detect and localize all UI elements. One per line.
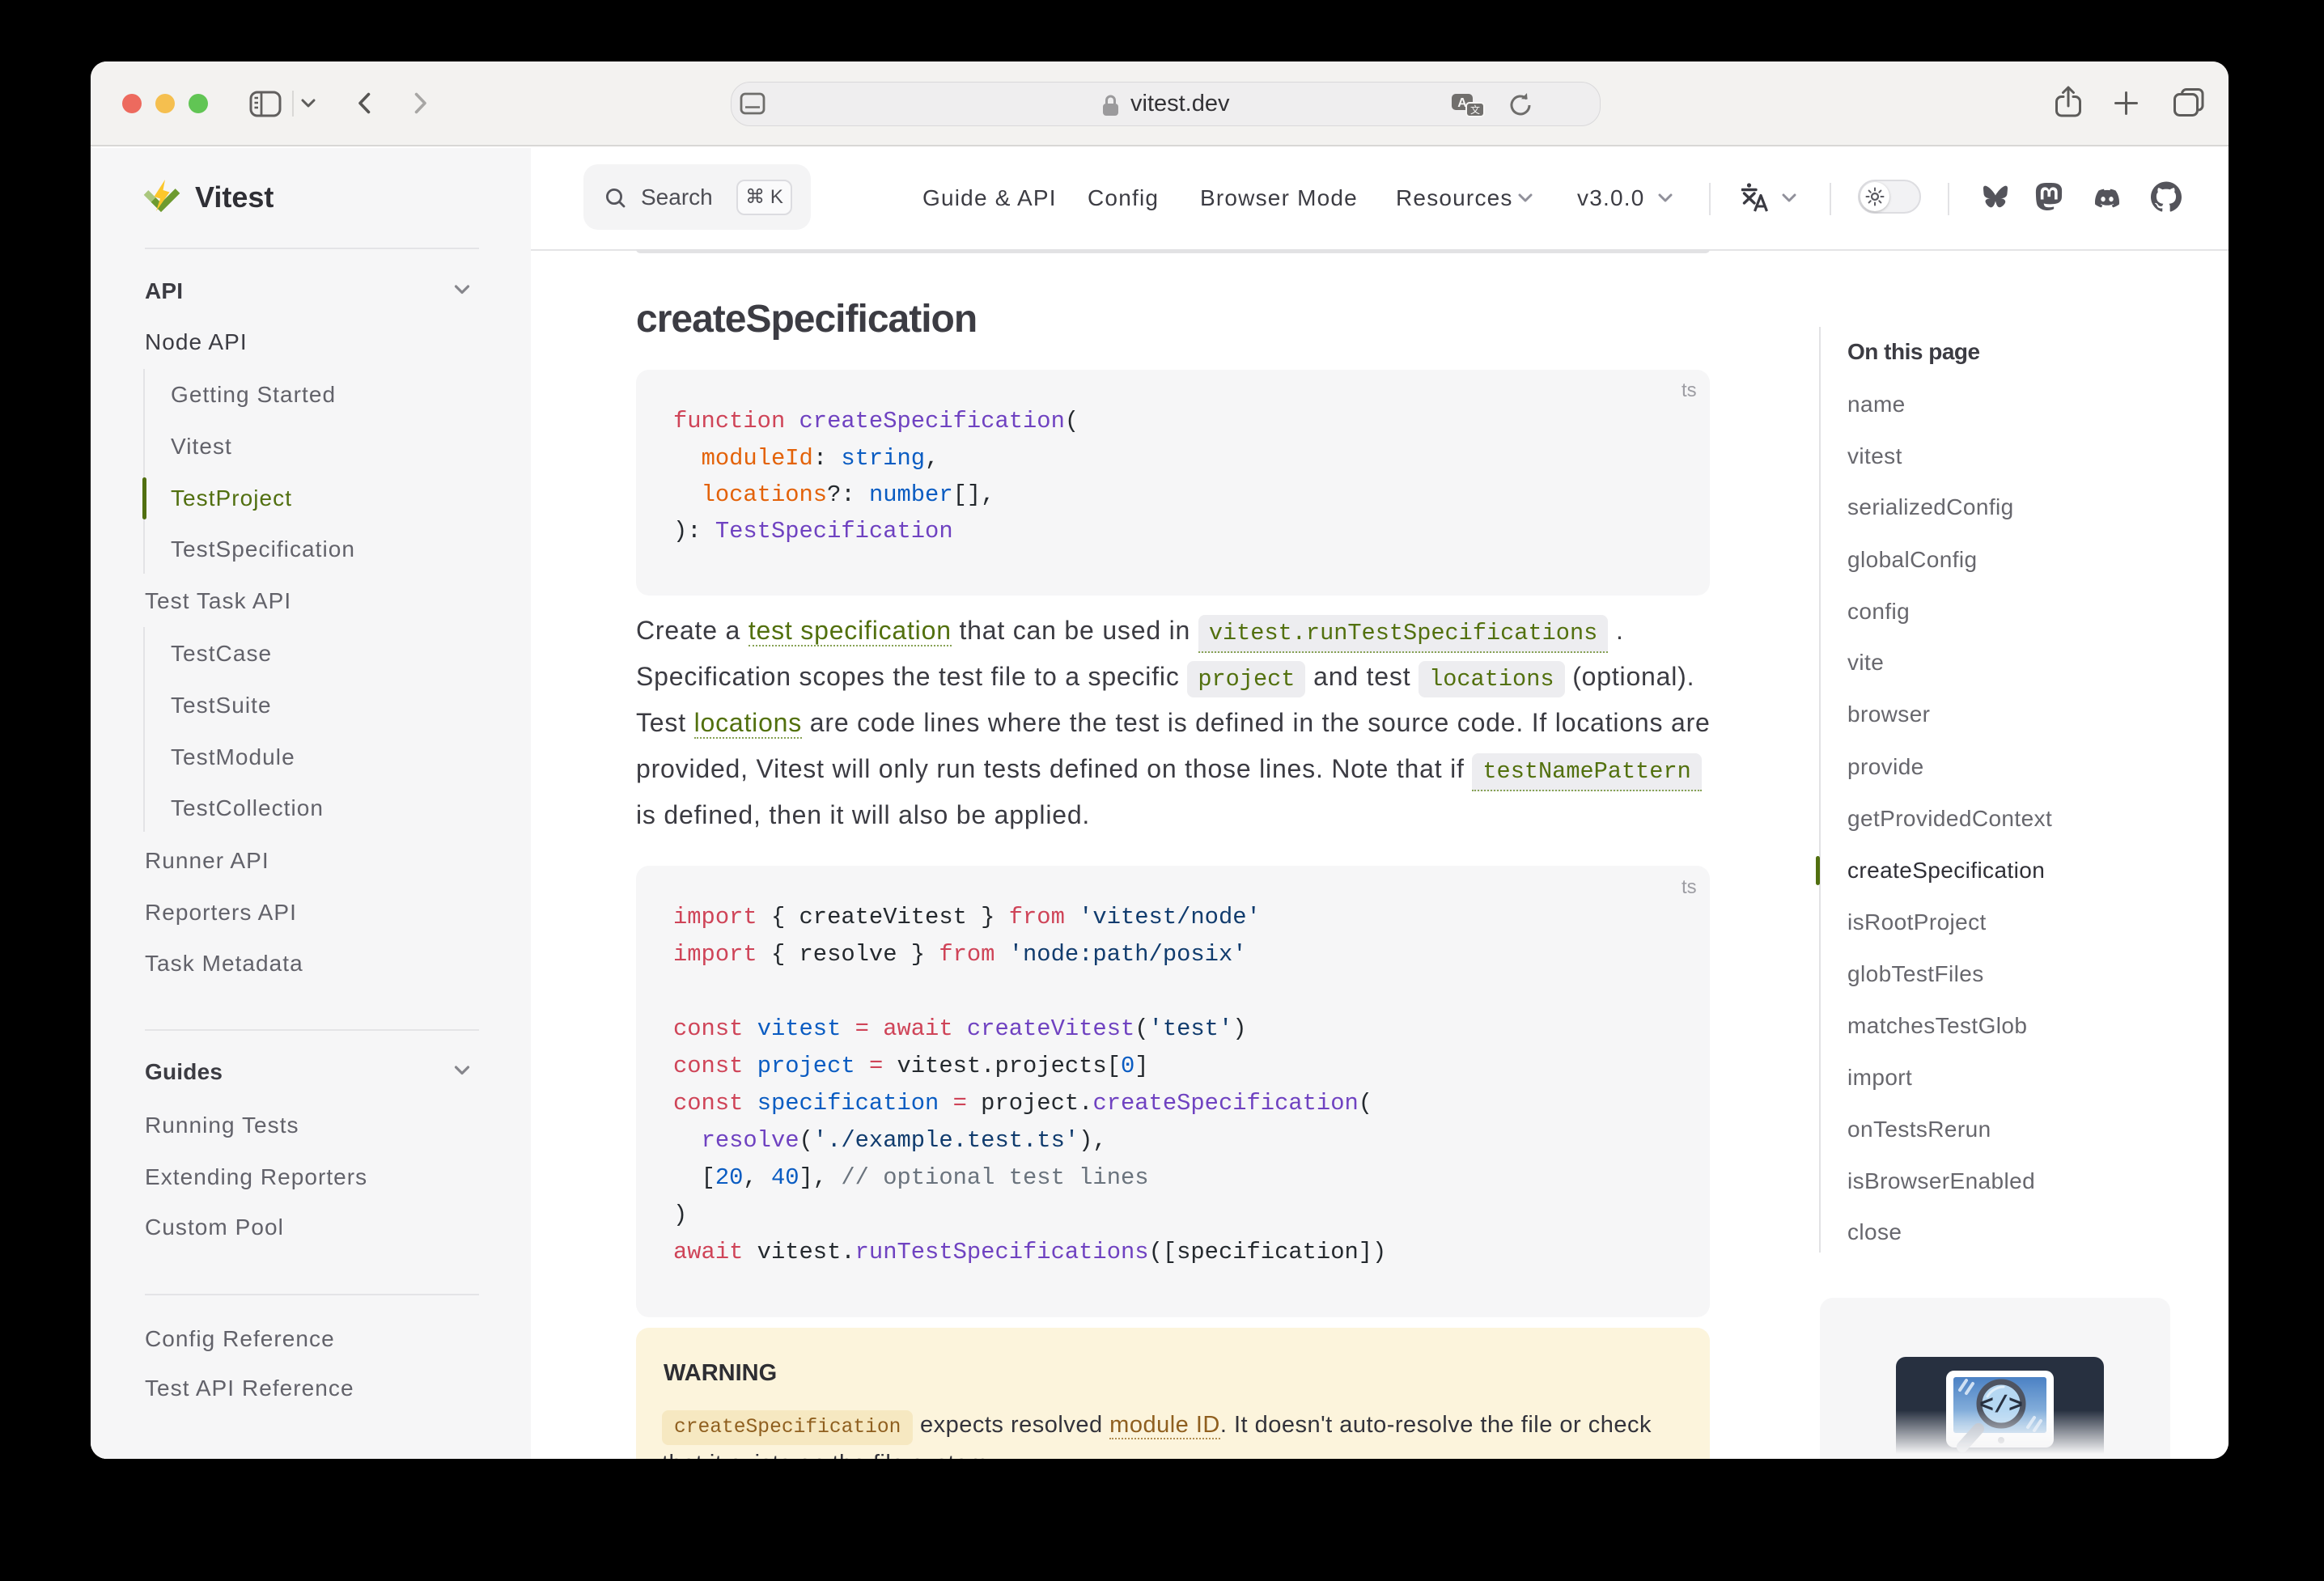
- svg-text:</>: </>: [1979, 1392, 2023, 1420]
- svg-text:文: 文: [1470, 104, 1480, 116]
